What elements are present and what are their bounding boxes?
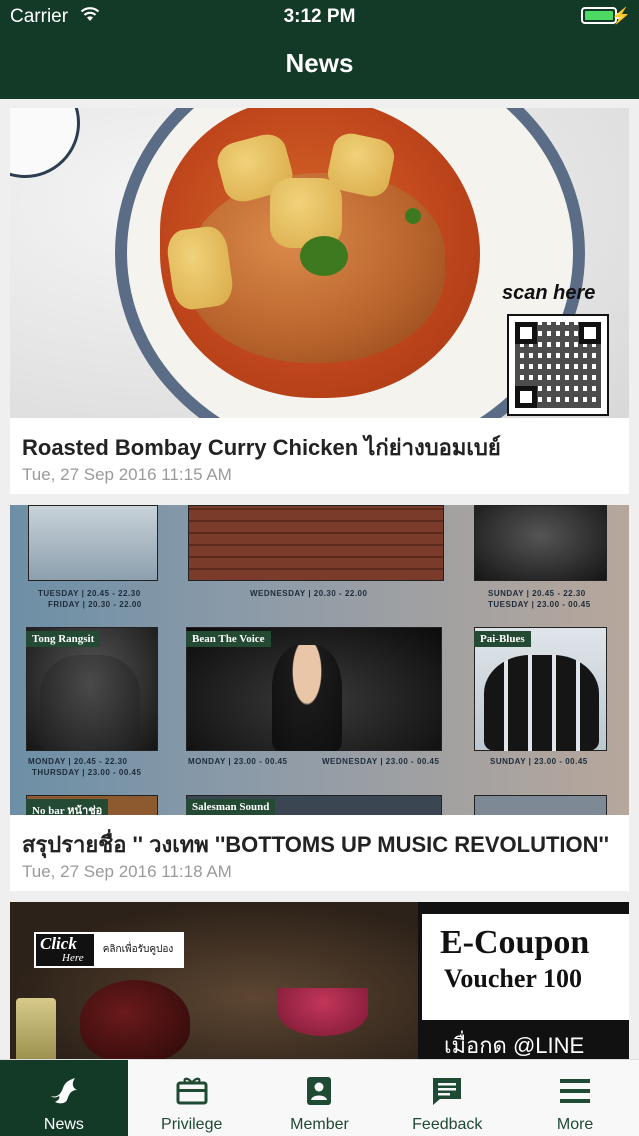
parsley xyxy=(405,208,421,224)
coupon-panel: E-Coupon Voucher 100 เมื่อกด @LINE xyxy=(418,902,629,1059)
news-card[interactable]: Click Here คลิกเพื่อรับคูปอง E-Coupon Vo… xyxy=(10,902,629,1059)
news-date: Tue, 27 Sep 2016 11:15 AM xyxy=(22,465,232,484)
schedule-text: THURSDAY | 23.00 - 00.45 xyxy=(32,768,142,777)
artist xyxy=(40,655,140,751)
menu-icon xyxy=(560,1079,591,1103)
scan-here-text: scan here xyxy=(502,282,596,304)
band-members xyxy=(484,655,599,751)
band-photo xyxy=(28,505,158,581)
tab-more[interactable]: More xyxy=(511,1060,639,1136)
news-image-e-coupon: Click Here คลิกเพื่อรับคูปอง E-Coupon Vo… xyxy=(10,902,629,1059)
side-plate xyxy=(10,108,80,178)
tab-member[interactable]: Member xyxy=(256,1060,384,1136)
click-label: Click xyxy=(40,934,77,953)
band-tag: Pai-Blues xyxy=(474,631,531,647)
news-date: Tue, 27 Sep 2016 11:18 AM xyxy=(22,862,232,881)
news-title[interactable]: สรุปรายชื่อ '' วงเทพ ''BOTTOMS UP MUSIC … xyxy=(22,827,618,862)
band-tag: Bean The Voice xyxy=(186,631,271,647)
page-title: News xyxy=(285,48,354,78)
cafe-background xyxy=(10,902,418,1059)
schedule-text: WEDNESDAY | 23.00 - 00.45 xyxy=(322,757,440,766)
news-title[interactable]: Roasted Bombay Curry Chicken ไก่ย่างบอมเ… xyxy=(22,430,618,465)
tab-feedback[interactable]: Feedback xyxy=(383,1060,511,1136)
schedule-text: FRIDAY | 20.30 - 22.00 xyxy=(48,600,142,609)
band-tag: Salesman Sound xyxy=(186,799,276,815)
tab-label: News xyxy=(43,1116,84,1133)
clock: 3:12 PM xyxy=(283,6,356,27)
news-feed[interactable]: scan here Roasted Bombay Curry Chicken ไ… xyxy=(0,99,639,1059)
cocktail-glass xyxy=(278,988,368,1036)
chat-feedback-icon xyxy=(433,1078,462,1105)
coupon-subtitle: Voucher 100 xyxy=(444,964,582,993)
teapot xyxy=(80,980,190,1059)
bird-icon xyxy=(50,1078,77,1104)
band-photo xyxy=(474,795,607,815)
status-bar: Carrier 3:12 PM ⚡ xyxy=(0,0,639,34)
tab-label: Privilege xyxy=(161,1116,223,1133)
click-thai-label: คลิกเพื่อรับคูปอง xyxy=(94,934,182,966)
tab-privilege[interactable]: Privilege xyxy=(128,1060,256,1136)
coupon-title: E-Coupon xyxy=(440,924,590,961)
news-image-curry-chicken: scan here xyxy=(10,108,629,418)
schedule-text: MONDAY | 20.45 - 22.30 xyxy=(28,757,128,766)
schedule-text: WEDNESDAY | 20.30 - 22.00 xyxy=(250,589,368,598)
news-card[interactable]: TUESDAY | 20.45 - 22.30 FRIDAY | 20.30 -… xyxy=(10,505,629,891)
tab-label: Member xyxy=(290,1116,349,1133)
click-here-badge[interactable]: Click Here คลิกเพื่อรับคูปอง xyxy=(34,932,184,968)
band-photo xyxy=(188,505,444,581)
schedule-text: TUESDAY | 23.00 - 00.45 xyxy=(488,600,591,609)
band-tag: No bar หน้าช่อ xyxy=(26,799,109,815)
parsley xyxy=(300,236,348,276)
charging-bolt-icon: ⚡ xyxy=(611,8,631,25)
tab-news[interactable]: News xyxy=(0,1060,128,1136)
schedule-text: SUNDAY | 20.45 - 22.30 xyxy=(488,589,586,598)
schedule-text: SUNDAY | 23.00 - 00.45 xyxy=(490,757,588,766)
qr-code xyxy=(507,314,609,416)
coupon-line-text: เมื่อกด @LINE xyxy=(422,1020,629,1059)
tab-label: Feedback xyxy=(412,1116,483,1133)
news-card[interactable]: scan here Roasted Bombay Curry Chicken ไ… xyxy=(10,108,629,494)
band-photo xyxy=(474,505,607,581)
artist xyxy=(272,645,342,751)
gift-card-icon xyxy=(176,1077,208,1105)
schedule-text: MONDAY | 23.00 - 00.45 xyxy=(188,757,288,766)
news-image-bottoms-up-poster: TUESDAY | 20.45 - 22.30 FRIDAY | 20.30 -… xyxy=(10,505,629,815)
band-tag: Tong Rangsit xyxy=(26,631,101,647)
tab-bar: News Privilege Member Feedback More xyxy=(0,1059,639,1136)
here-label: Here xyxy=(62,952,84,964)
member-card-icon xyxy=(307,1077,332,1105)
schedule-text: TUESDAY | 20.45 - 22.30 xyxy=(38,589,141,598)
drink-glass xyxy=(16,998,56,1059)
tab-label: More xyxy=(556,1116,594,1133)
top-bar: Carrier 3:12 PM ⚡ News xyxy=(0,0,639,99)
